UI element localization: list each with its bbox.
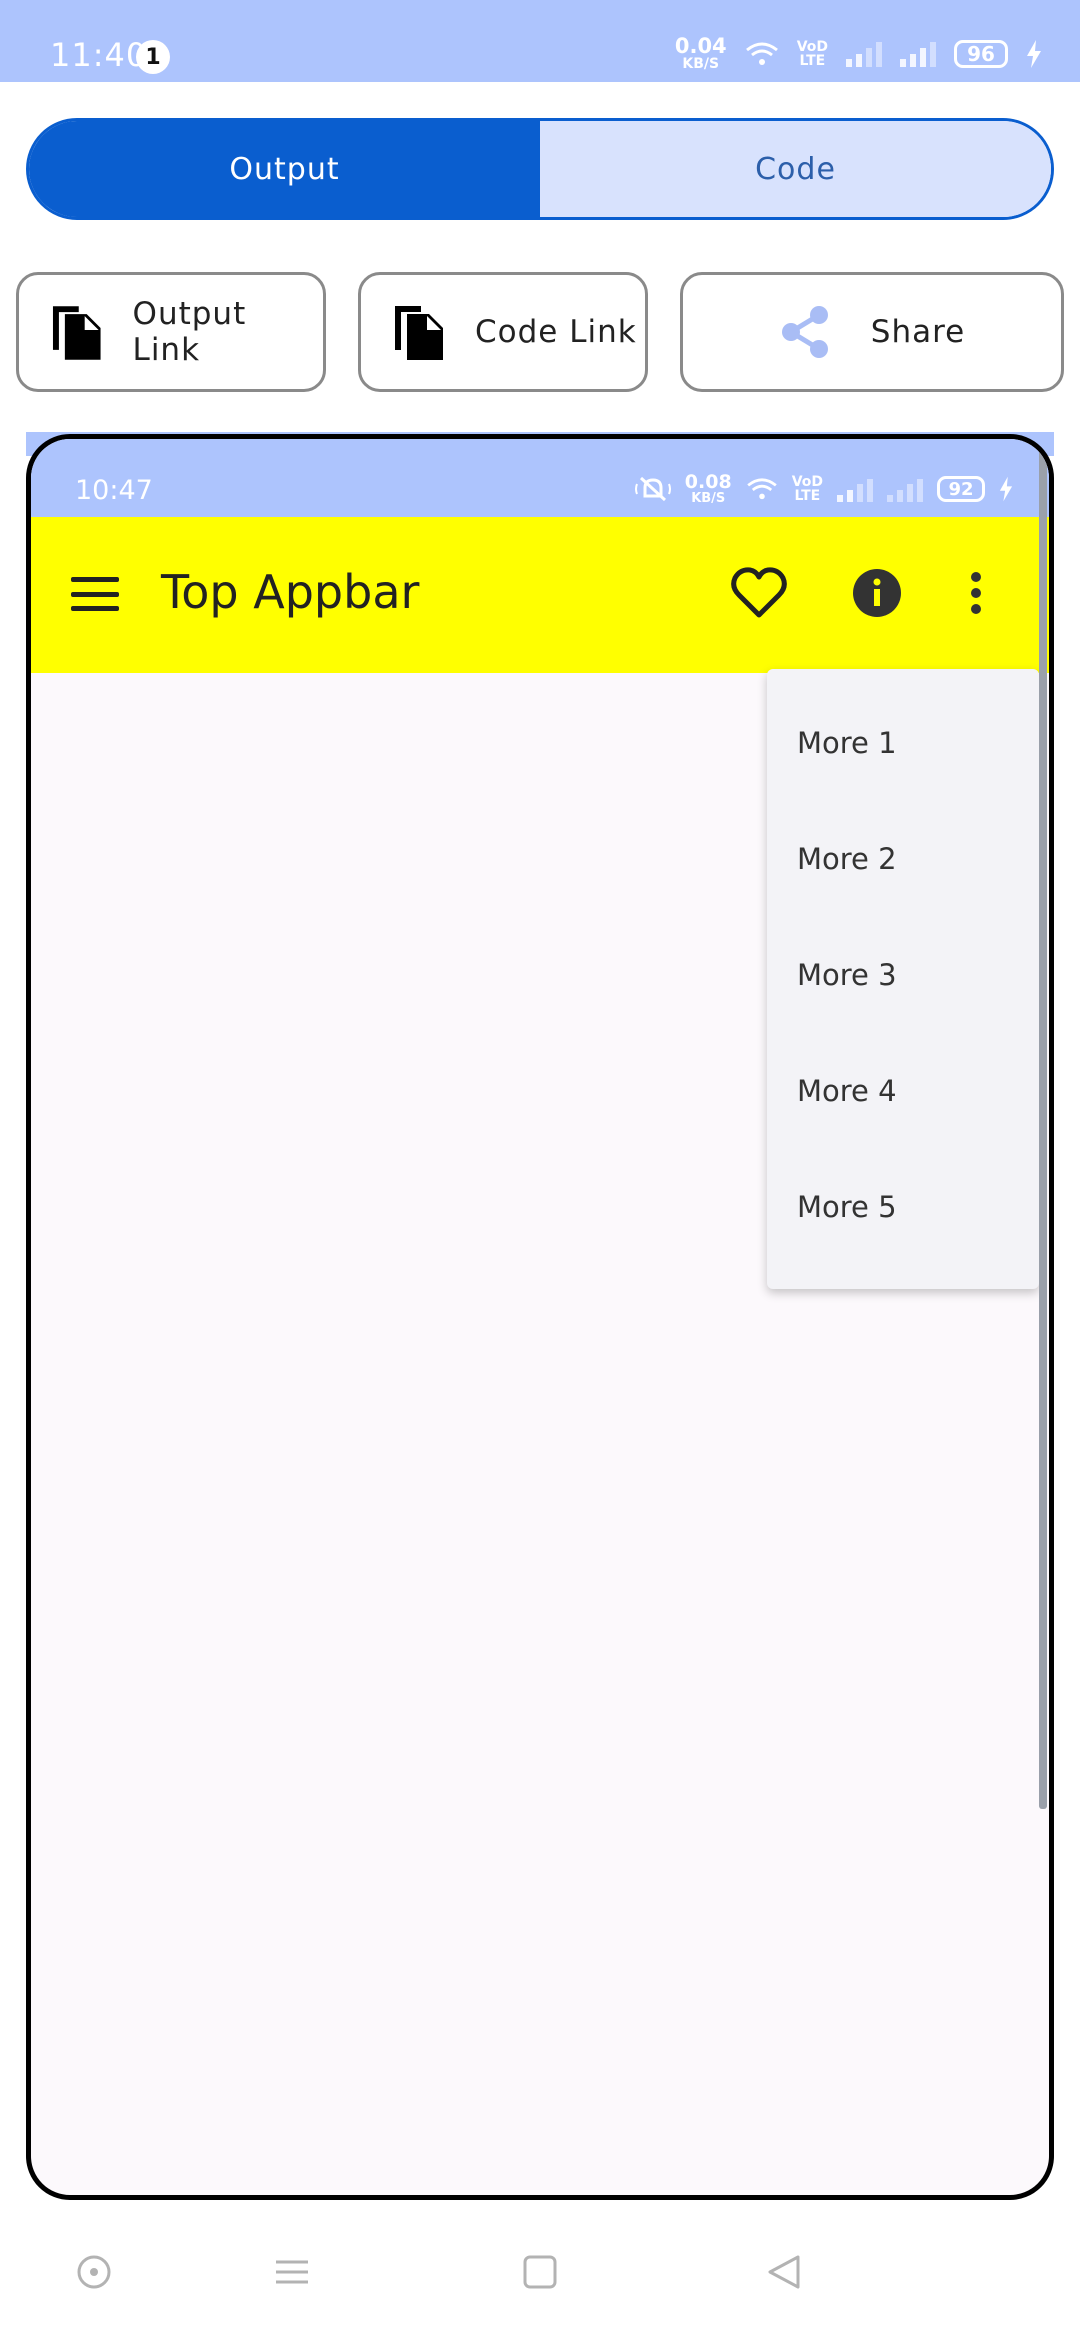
menu-item-more-1[interactable]: More 1	[767, 685, 1039, 801]
top-app-bar: Top Appbar	[31, 517, 1049, 673]
preview-status-bar: 10:47 0.08 KB/S VoD LTE 92	[31, 439, 1049, 517]
menu-item-more-3[interactable]: More 3	[767, 917, 1039, 1033]
menu-item-more-2[interactable]: More 2	[767, 801, 1039, 917]
volte-indicator: VoD LTE	[796, 38, 828, 69]
status-bar: 11:40 1 0.04 KB/S VoD LTE 96	[0, 0, 1080, 82]
output-code-toggle: Output Code	[26, 118, 1054, 220]
code-link-label: Code Link	[475, 314, 637, 350]
more-vert-icon[interactable]	[966, 567, 986, 619]
code-link-button[interactable]: Code Link	[358, 272, 648, 392]
preview-network-speed: 0.08 KB/S	[684, 471, 732, 506]
signal-icon	[837, 476, 873, 502]
copy-icon	[52, 306, 101, 360]
wifi-icon	[746, 478, 777, 500]
recents-icon[interactable]	[274, 2254, 310, 2290]
preview-scrollbar[interactable]	[1039, 439, 1047, 1809]
heart-icon[interactable]	[731, 567, 787, 619]
share-button[interactable]: Share	[680, 272, 1064, 392]
charging-icon	[1027, 39, 1041, 68]
back-icon[interactable]	[766, 2254, 802, 2290]
action-buttons: Output Link Code Link Share	[0, 272, 1080, 392]
status-time: 11:40	[50, 36, 148, 74]
preview-volte: VoD LTE	[791, 474, 823, 504]
signal-icon-2	[900, 41, 936, 67]
screen: { "status_bar": { "time": "11:40", "noti…	[0, 0, 1080, 2340]
menu-item-more-5[interactable]: More 5	[767, 1149, 1039, 1265]
battery-indicator: 96	[954, 39, 1008, 68]
info-icon[interactable]	[851, 567, 903, 619]
charging-icon	[999, 476, 1013, 502]
assistant-icon[interactable]	[76, 2254, 112, 2290]
preview-battery: 92	[937, 476, 985, 502]
notification-badge: 1	[136, 40, 170, 74]
output-link-button[interactable]: Output Link	[16, 272, 326, 392]
menu-item-more-4[interactable]: More 4	[767, 1033, 1039, 1149]
signal-icon	[846, 41, 882, 67]
signal-icon-2	[887, 476, 923, 502]
mute-icon	[634, 476, 671, 502]
tab-code[interactable]: Code	[540, 121, 1051, 217]
home-icon[interactable]	[522, 2254, 558, 2290]
share-icon	[781, 306, 828, 358]
output-link-label: Output Link	[132, 296, 247, 368]
preview-status-time: 10:47	[75, 475, 153, 506]
wifi-icon	[745, 42, 778, 65]
preview-frame: 10:47 0.08 KB/S VoD LTE 92 Top Appbar Mo…	[26, 434, 1054, 2200]
menu-icon[interactable]	[71, 569, 119, 619]
system-nav-bar	[0, 2220, 1080, 2340]
share-label: Share	[870, 314, 966, 350]
overflow-menu: More 1 More 2 More 3 More 4 More 5	[767, 669, 1039, 1289]
network-speed: 0.04 KB/S	[674, 34, 727, 72]
app-bar-title: Top Appbar	[161, 565, 420, 619]
tab-output[interactable]: Output	[29, 121, 540, 217]
copy-icon	[395, 306, 443, 360]
